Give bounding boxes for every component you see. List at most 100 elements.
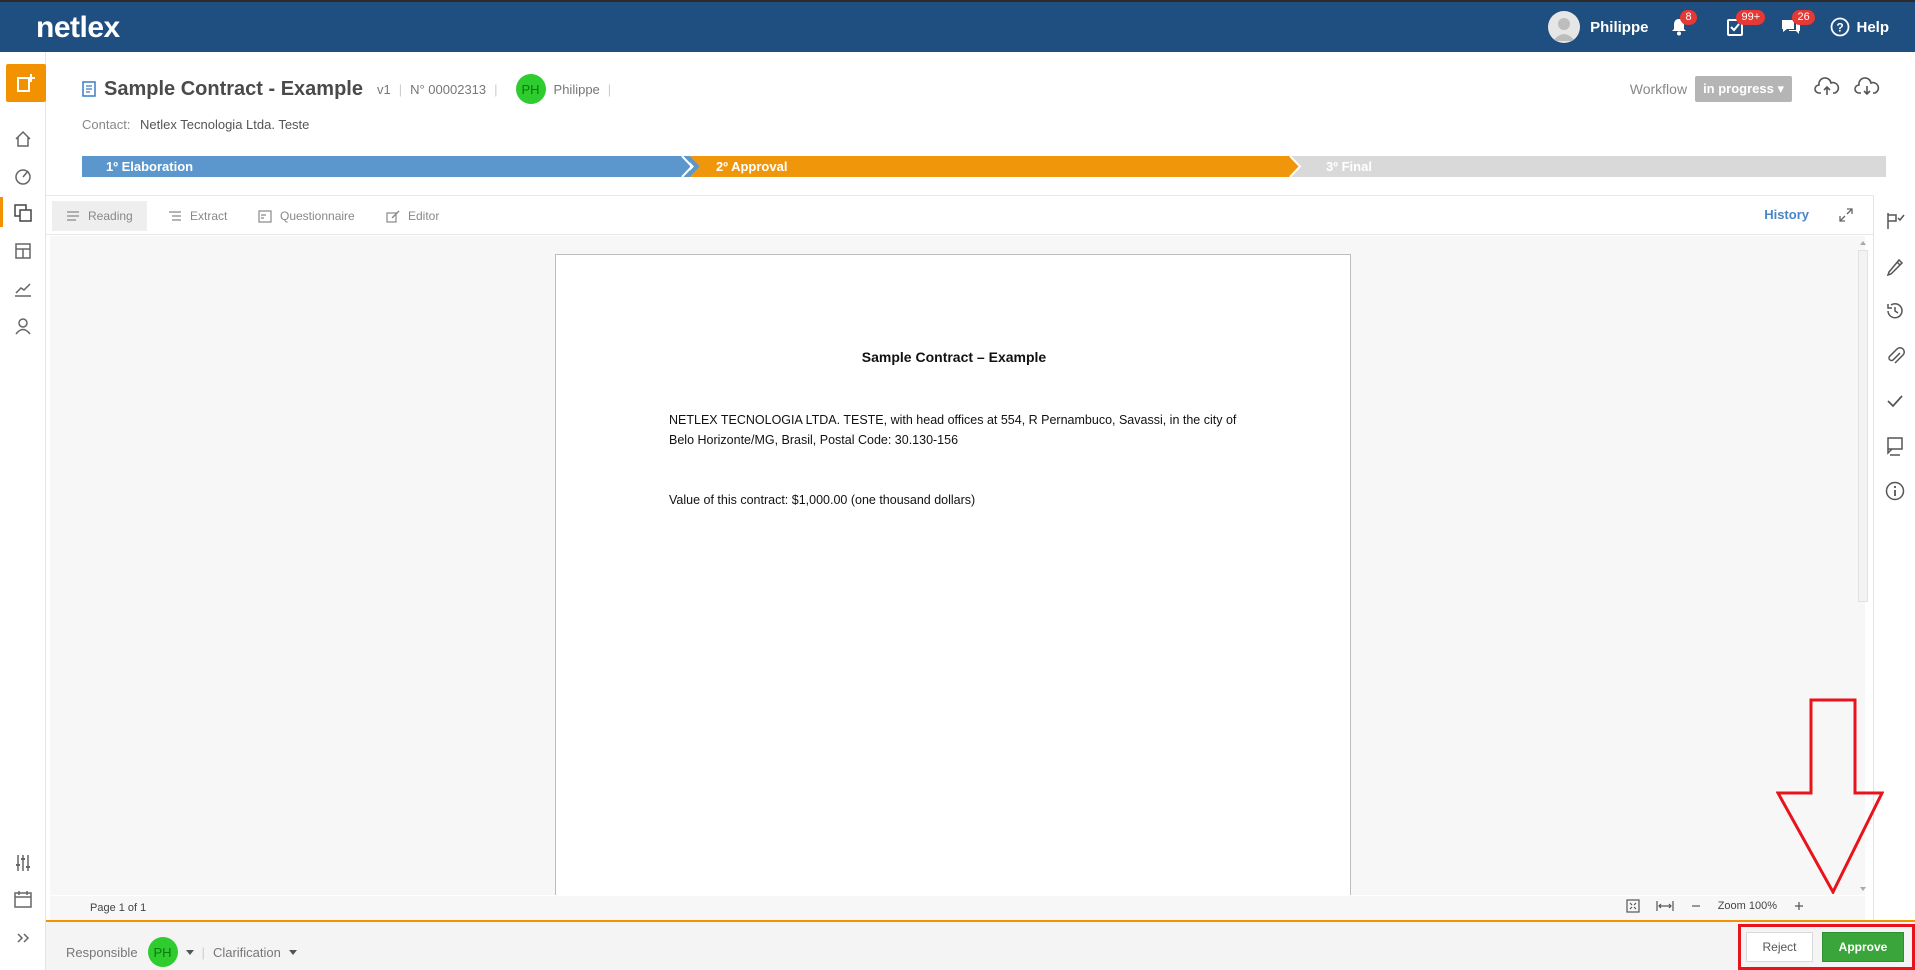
tab-editor[interactable]: Editor: [372, 201, 453, 231]
highlight-box-annotation: [1738, 924, 1915, 970]
right-sidebar: [1873, 195, 1915, 923]
tab-extract-label: Extract: [190, 209, 228, 223]
separator: |: [201, 944, 205, 960]
separator: |: [398, 81, 403, 97]
page-zoom-bar: Page 1 of 1 Zoom 100%: [50, 896, 1865, 920]
help-label: Help: [1856, 18, 1889, 36]
top-right-tools: Philippe 8 99+ 26 ? Help: [1548, 2, 1889, 52]
workflow-stages: 1º Elaboration 2º Approval 3º Final: [82, 156, 1886, 177]
help-button[interactable]: ? Help: [1830, 17, 1889, 37]
contact-row: Contact: Netlex Tecnologia Ltda. Teste: [82, 117, 309, 132]
new-document-button[interactable]: [6, 64, 46, 102]
document-icon: [82, 81, 96, 97]
responsible-label: Responsible: [66, 944, 138, 960]
checkmark-icon[interactable]: [1884, 390, 1906, 412]
scrollbar-thumb[interactable]: [1858, 250, 1868, 602]
workflow-label: Workflow: [1629, 81, 1688, 97]
user-avatar[interactable]: [1548, 11, 1581, 43]
home-icon[interactable]: [12, 128, 34, 150]
document-header: Sample Contract - Example v1 | N° 000023…: [82, 74, 619, 104]
download-cloud-icon[interactable]: [1854, 76, 1882, 100]
fit-page-icon[interactable]: [1626, 899, 1640, 913]
tab-questionnaire[interactable]: Questionnaire: [244, 201, 369, 231]
scroll-up-icon[interactable]: [1858, 238, 1868, 248]
document-number: N° 00002313: [410, 81, 487, 97]
lines-icon: [67, 211, 79, 221]
separator: |: [607, 81, 612, 97]
document-title: Sample Contract - Example: [104, 77, 363, 100]
comments-icon[interactable]: [1884, 435, 1906, 457]
paragraph-1-line-1: NETLEX TECNOLOGIA LTDA. TESTE, with head…: [669, 413, 1237, 427]
workflow-status-dropdown[interactable]: in progress ▾: [1695, 76, 1792, 102]
user-name[interactable]: Philippe: [1590, 19, 1648, 36]
tasks-badge: 99+: [1736, 10, 1766, 25]
tab-editor-label: Editor: [408, 209, 440, 223]
clarification-dropdown-icon[interactable]: [288, 949, 297, 955]
reports-icon[interactable]: [12, 278, 34, 300]
contact-label: Contact:: [82, 117, 131, 132]
documents-icon[interactable]: [12, 202, 34, 224]
responsible-avatar[interactable]: PH: [147, 937, 178, 967]
tab-questionnaire-label: Questionnaire: [280, 209, 355, 223]
stage-approval[interactable]: 2º Approval: [692, 156, 787, 177]
add-document-icon: [17, 74, 35, 92]
active-indicator: [0, 197, 3, 227]
help-circle-icon: ?: [1831, 17, 1850, 37]
kanban-icon[interactable]: [12, 240, 34, 262]
dashboard-icon[interactable]: [12, 165, 34, 187]
settings-sliders-icon[interactable]: [12, 852, 34, 874]
contact-value[interactable]: Netlex Tecnologia Ltda. Teste: [140, 117, 309, 132]
history-link[interactable]: History: [1764, 207, 1809, 222]
form-icon: [258, 209, 272, 223]
calendar-icon[interactable]: [12, 888, 34, 910]
fit-width-icon[interactable]: [1656, 900, 1674, 912]
workflow-control: Workflow in progress ▾: [1630, 76, 1792, 102]
messages-badge: 26: [1792, 10, 1815, 25]
zoom-in-icon[interactable]: [1793, 900, 1805, 912]
tab-reading[interactable]: Reading: [52, 201, 147, 231]
tasks-button[interactable]: 99+: [1718, 10, 1766, 42]
clarification-label: Clarification: [212, 944, 281, 960]
contract-title: Sample Contract – Example: [861, 349, 1047, 365]
stage-final[interactable]: 3º Final: [1302, 156, 1372, 177]
edit-icon: [386, 210, 400, 223]
owner-name: Philippe: [553, 81, 600, 97]
flow-steps-icon[interactable]: [1884, 210, 1906, 232]
page-indicator: Page 1 of 1: [90, 902, 147, 914]
approval-footer: Responsible PH | Clarification: [46, 920, 1915, 970]
scroll-down-icon[interactable]: [1858, 884, 1868, 894]
left-sidebar: [0, 52, 46, 970]
upload-cloud-icon[interactable]: [1814, 76, 1842, 100]
info-icon[interactable]: [1884, 480, 1906, 502]
zoom-level: Zoom 100%: [1717, 900, 1777, 912]
clarification-dropdown[interactable]: Clarification: [213, 945, 281, 960]
signature-pen-icon[interactable]: [1884, 255, 1906, 277]
netlex-logo[interactable]: netlex: [36, 11, 120, 45]
separator: |: [494, 81, 498, 97]
tab-extract[interactable]: Extract: [154, 201, 241, 231]
owner-avatar[interactable]: PH: [515, 74, 546, 104]
messages-button[interactable]: 26: [1774, 10, 1815, 42]
stages-background: [82, 156, 1886, 177]
user-icon[interactable]: [12, 315, 34, 337]
expand-sidebar-icon[interactable]: [12, 927, 34, 949]
contract-paragraph-2: Value of this contract: $1,000.00 (one t…: [669, 493, 976, 507]
paragraph-1-line-2: Belo Horizonte/MG, Brasil, Postal Code: …: [669, 433, 959, 447]
view-tabs: Reading Extract Questionnaire Editor His…: [46, 195, 1873, 235]
tab-reading-label: Reading: [88, 209, 133, 223]
document-page[interactable]: Sample Contract – Example NETLEX TECNOLO…: [555, 254, 1351, 895]
stage-elaboration[interactable]: 1º Elaboration: [82, 156, 193, 177]
responsible-section: Responsible PH | Clarification: [66, 937, 297, 967]
list-icon: [169, 211, 181, 221]
workflow-status: in progress: [1703, 81, 1774, 96]
top-navigation-bar: netlex Philippe 8 99+ 26 ? Help: [0, 0, 1915, 52]
zoom-tools: Zoom 100%: [1626, 899, 1805, 913]
history-clock-icon[interactable]: [1884, 300, 1906, 322]
contract-paragraph-1: NETLEX TECNOLOGIA LTDA. TESTE, with head…: [669, 410, 1259, 450]
zoom-out-icon[interactable]: [1690, 900, 1702, 912]
fullscreen-icon[interactable]: [1839, 208, 1853, 222]
document-version: v1: [376, 81, 391, 97]
notifications-button[interactable]: 8: [1662, 10, 1697, 42]
attachment-icon[interactable]: [1884, 345, 1906, 367]
responsible-dropdown-icon[interactable]: [185, 949, 194, 955]
